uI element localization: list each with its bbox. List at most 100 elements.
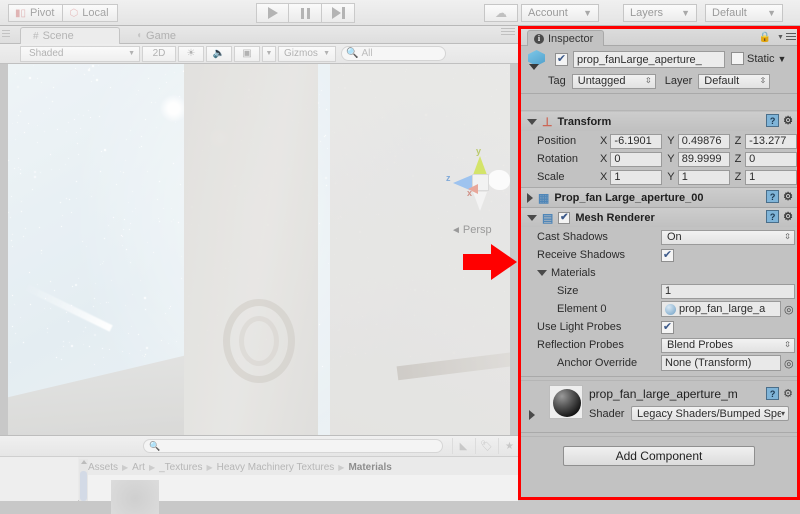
breadcrumb-item-assets[interactable]: Assets [88, 462, 118, 473]
gizmo-y-axis-cone[interactable] [473, 156, 487, 175]
breadcrumb-item-art[interactable]: Art [132, 462, 145, 473]
tab-inspector[interactable]: i Inspector [527, 30, 605, 46]
account-dropdown[interactable]: Account ▼ [521, 4, 599, 22]
gear-icon[interactable]: ⚙ [783, 114, 793, 127]
pivot-toggle-button[interactable]: ▮▯ Pivot [8, 4, 63, 22]
filter-by-type-icon[interactable]: ◣ [452, 438, 474, 454]
project-scrollbar[interactable] [79, 459, 88, 501]
help-book-icon[interactable]: ? [766, 114, 780, 127]
position-x-input[interactable]: -6.1901 [610, 133, 663, 149]
scene-fx-toggle[interactable]: ▣ [234, 45, 260, 62]
anchor-override-object-picker-icon[interactable]: ◎ [784, 357, 794, 370]
position-z-input[interactable]: -13.277 [745, 133, 797, 149]
rotation-y-input[interactable]: 89.9999 [677, 151, 730, 167]
gear-icon[interactable]: ⚙ [783, 190, 793, 203]
inspector-menu-icon[interactable]: ▼ [777, 33, 796, 42]
rotation-x-input[interactable]: 0 [610, 151, 663, 167]
foldout-arrow-icon[interactable] [527, 118, 537, 125]
element0-value: prop_fan_large_a [679, 303, 766, 315]
scene-fx-dropdown[interactable]: ▼ [262, 45, 276, 62]
project-search-input[interactable]: 🔍 [143, 439, 443, 453]
mesh-renderer-enabled-checkbox[interactable]: ✔ [558, 211, 571, 224]
materials-foldout-row[interactable]: Materials [521, 264, 797, 282]
scale-z-input[interactable]: 1 [745, 169, 797, 185]
scene-audio-toggle[interactable]: 🔈 [206, 45, 232, 62]
scene-search-input[interactable]: 🔍 All [341, 46, 446, 61]
icon-dropdown-arrow-icon[interactable] [529, 64, 539, 70]
breadcrumb-separator-icon: ▶ [122, 462, 129, 472]
speaker-icon: 🔈 [212, 48, 226, 59]
materials-size-input[interactable]: 1 [661, 283, 795, 299]
scale-y-input[interactable]: 1 [677, 169, 730, 185]
foldout-arrow-icon[interactable] [527, 214, 537, 221]
tag-dropdown[interactable]: Untagged ⇳ [571, 73, 656, 89]
position-y-input[interactable]: 0.49876 [677, 133, 730, 149]
tab-inspector-label: Inspector [548, 32, 594, 45]
gizmo-y-negative-cone[interactable] [473, 192, 487, 211]
gear-icon[interactable]: ⚙ [783, 387, 793, 400]
collab-cloud-button[interactable]: ☁ [484, 4, 518, 22]
gameobject-icon[interactable] [527, 50, 549, 70]
receive-shadows-checkbox[interactable]: ✔ [661, 248, 674, 262]
gizmos-dropdown[interactable]: Gizmos ▼ [278, 45, 336, 62]
favorites-star-icon[interactable]: ★ [498, 438, 520, 454]
panel-drag-handle-icon[interactable] [2, 30, 10, 39]
anchor-override-object-field[interactable]: None (Transform) [661, 355, 781, 371]
component-header-transform[interactable]: ⊥ Transform ? ⚙ [521, 112, 797, 131]
step-button[interactable] [322, 3, 355, 23]
project-folder-tree[interactable] [0, 457, 78, 501]
layer-dropdown[interactable]: Default ⇳ [698, 73, 771, 89]
play-button[interactable] [256, 3, 289, 23]
scroll-up-arrow-icon[interactable] [81, 460, 87, 464]
foldout-arrow-icon[interactable] [529, 410, 535, 420]
foldout-arrow-icon[interactable] [537, 270, 547, 276]
pause-button[interactable] [289, 3, 322, 23]
draw-mode-dropdown[interactable]: Shaded ▼ [20, 45, 140, 62]
scene-lighting-toggle[interactable]: ☀ [178, 45, 204, 62]
transform-title: Transform [557, 115, 612, 128]
element0-object-picker-icon[interactable]: ◎ [784, 303, 794, 316]
reflection-probes-dropdown[interactable]: Blend Probes ⇳ [661, 337, 795, 353]
use-light-probes-checkbox[interactable]: ✔ [661, 320, 674, 334]
component-header-mesh-renderer[interactable]: ▤ ✔ Mesh Renderer ? ⚙ [521, 208, 797, 227]
component-header-mesh-filter[interactable]: ▦ Prop_fan Large_aperture_00 ? ⚙ [521, 188, 797, 207]
scene-view-axis-gizmo[interactable]: y z x [446, 146, 510, 218]
scene-projection-toggle[interactable]: ◄ Persp [451, 224, 492, 236]
scrollbar-thumb[interactable] [80, 471, 87, 501]
breadcrumb-item-textures[interactable]: _Textures [159, 462, 202, 473]
filter-by-label-icon[interactable]: 🏷 [475, 438, 497, 454]
asset-thumbnail[interactable] [111, 480, 159, 514]
static-toggle[interactable]: ✔ Static ▼ [731, 52, 786, 65]
tab-game[interactable]: ◖ Game [124, 27, 200, 44]
lock-icon[interactable]: 🔒 [759, 32, 771, 43]
shader-dropdown[interactable]: Legacy Shaders/Bumped Spe ▾ [631, 406, 789, 421]
cast-shadows-dropdown[interactable]: On ⇳ [661, 229, 795, 245]
rotation-z-input[interactable]: 0 [745, 151, 797, 167]
chevron-down-icon[interactable]: ▼ [778, 54, 787, 64]
gameobject-enabled-checkbox[interactable]: ✔ [555, 53, 568, 66]
scene-panel-menu-icon[interactable] [501, 28, 515, 37]
materials-size-row: Size 1 [521, 282, 797, 300]
help-book-icon[interactable]: ? [766, 387, 780, 400]
breadcrumb-item-heavy-machinery-textures[interactable]: Heavy Machinery Textures [217, 462, 335, 473]
gizmo-x-negative-cone[interactable] [488, 170, 510, 190]
scale-x-input[interactable]: 1 [610, 169, 663, 185]
gear-icon[interactable]: ⚙ [783, 210, 793, 223]
tab-scene[interactable]: # Scene [20, 27, 120, 44]
static-checkbox[interactable]: ✔ [731, 52, 744, 65]
layout-dropdown[interactable]: Default ▼ [705, 4, 783, 22]
layers-dropdown[interactable]: Layers ▼ [623, 4, 697, 22]
breadcrumb-item-materials[interactable]: Materials [348, 462, 391, 473]
help-book-icon[interactable]: ? [766, 210, 780, 223]
project-asset-grid[interactable] [88, 475, 518, 514]
help-book-icon[interactable]: ? [766, 190, 780, 203]
scene-viewport[interactable]: y z x ◄ Persp [8, 64, 510, 435]
add-component-button[interactable]: Add Component [563, 446, 755, 466]
foldout-arrow-icon[interactable] [527, 192, 533, 203]
inspector-panel: i Inspector 🔒 ▼ ✔ prop_fanLarge_aperture… [518, 26, 800, 500]
gameobject-name-input[interactable]: prop_fanLarge_aperture_ [573, 51, 725, 68]
element0-object-field[interactable]: prop_fan_large_a [661, 301, 781, 317]
use-light-probes-label: Use Light Probes [537, 321, 622, 333]
local-toggle-button[interactable]: ⬡ Local [62, 4, 118, 22]
toggle-2d-button[interactable]: 2D [142, 45, 176, 62]
